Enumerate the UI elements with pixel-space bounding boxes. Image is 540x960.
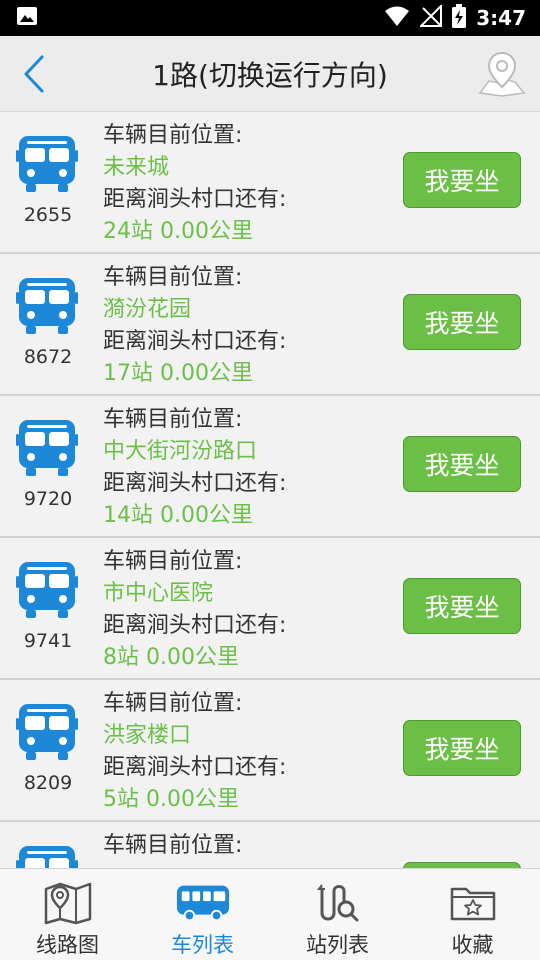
bus-number: 9741 xyxy=(23,630,73,652)
distance-value: 24站 0.00公里 xyxy=(103,219,253,244)
app-header: 1路(切换运行方向) xyxy=(0,36,540,112)
bottom-nav: 线路图 车列表 站列表 收藏 xyxy=(0,868,540,960)
position-label: 车辆目前位置: xyxy=(103,123,243,148)
nav-bus-list[interactable]: 车列表 xyxy=(135,869,270,960)
distance-value: 8站 0.00公里 xyxy=(103,645,239,670)
no-signal-icon xyxy=(418,3,443,31)
current-station: 洪家楼口 xyxy=(103,723,192,748)
back-button[interactable] xyxy=(14,54,54,94)
clock: 3:47 xyxy=(476,6,526,30)
take-bus-button[interactable]: 我要坐 xyxy=(403,436,521,492)
position-label: 车辆目前位置: xyxy=(103,549,243,574)
map-location-button[interactable] xyxy=(474,46,530,102)
list-item: 9741 车辆目前位置: 市中心医院 距离涧头村口还有: 8站 0.00公里 我… xyxy=(0,538,540,680)
bus-number: 8209 xyxy=(23,772,73,794)
status-bar: 3:47 xyxy=(0,0,540,36)
position-label: 车辆目前位置: xyxy=(103,407,243,432)
nav-favorites[interactable]: 收藏 xyxy=(405,869,540,960)
position-label: 车辆目前位置: xyxy=(103,265,243,290)
bus-icon xyxy=(16,278,78,334)
nav-label: 车列表 xyxy=(171,933,234,957)
nav-label: 站列表 xyxy=(306,933,369,957)
favorites-folder-icon xyxy=(445,879,501,927)
current-station: 中大街河汾路口 xyxy=(103,439,258,464)
map-icon xyxy=(40,879,96,927)
nav-label: 收藏 xyxy=(451,933,494,957)
bus-icon xyxy=(16,704,78,760)
distance-label: 距离涧头村口还有: xyxy=(103,755,287,780)
take-bus-button[interactable]: 我要坐 xyxy=(403,720,521,776)
take-bus-button[interactable]: 我要坐 xyxy=(403,578,521,634)
take-bus-button[interactable]: 我要坐 xyxy=(403,294,521,350)
chevron-left-icon xyxy=(24,55,44,93)
distance-label: 距离涧头村口还有: xyxy=(103,471,287,496)
current-station: 未来城 xyxy=(103,155,170,180)
current-station: 市中心医院 xyxy=(103,581,214,606)
list-item: 9720 车辆目前位置: 中大街河汾路口 距离涧头村口还有: 14站 0.00公… xyxy=(0,396,540,538)
distance-value: 17站 0.00公里 xyxy=(103,361,253,386)
distance-label: 距离涧头村口还有: xyxy=(103,187,287,212)
list-item: 8209 车辆目前位置: 洪家楼口 距离涧头村口还有: 5站 0.00公里 我要… xyxy=(0,680,540,822)
current-station: 漪汾花园 xyxy=(103,297,192,322)
gallery-notification-icon xyxy=(16,5,38,31)
position-label: 车辆目前位置: xyxy=(103,833,243,858)
bus-number: 2655 xyxy=(23,204,73,226)
distance-value: 14站 0.00公里 xyxy=(103,503,253,528)
wifi-icon xyxy=(384,5,410,31)
page-title[interactable]: 1路(切换运行方向) xyxy=(152,54,388,94)
bus-number: 9720 xyxy=(23,488,73,510)
bus-icon xyxy=(16,846,78,868)
bus-icon xyxy=(175,879,231,927)
map-pin-icon xyxy=(478,51,526,97)
list-item: 2655 车辆目前位置: 未来城 距离涧头村口还有: 24站 0.00公里 我要… xyxy=(0,112,540,254)
route-search-icon xyxy=(310,879,366,927)
distance-label: 距离涧头村口还有: xyxy=(103,329,287,354)
distance-value: 5站 0.00公里 xyxy=(103,787,239,812)
bus-icon xyxy=(16,420,78,476)
battery-charging-icon xyxy=(452,4,467,32)
position-label: 车辆目前位置: xyxy=(103,691,243,716)
take-bus-button[interactable]: 我要坐 xyxy=(403,152,521,208)
distance-label: 距离涧头村口还有: xyxy=(103,613,287,638)
bus-number: 8672 xyxy=(23,346,73,368)
list-item: 8672 车辆目前位置: 漪汾花园 距离涧头村口还有: 17站 0.00公里 我… xyxy=(0,254,540,396)
nav-route-map[interactable]: 线路图 xyxy=(0,869,135,960)
nav-station-list[interactable]: 站列表 xyxy=(270,869,405,960)
bus-icon xyxy=(16,562,78,618)
bus-icon xyxy=(16,136,78,192)
list-item: 车辆目前位置: xyxy=(0,822,540,868)
nav-label: 线路图 xyxy=(36,933,99,957)
vehicle-list[interactable]: 2655 车辆目前位置: 未来城 距离涧头村口还有: 24站 0.00公里 我要… xyxy=(0,112,540,868)
